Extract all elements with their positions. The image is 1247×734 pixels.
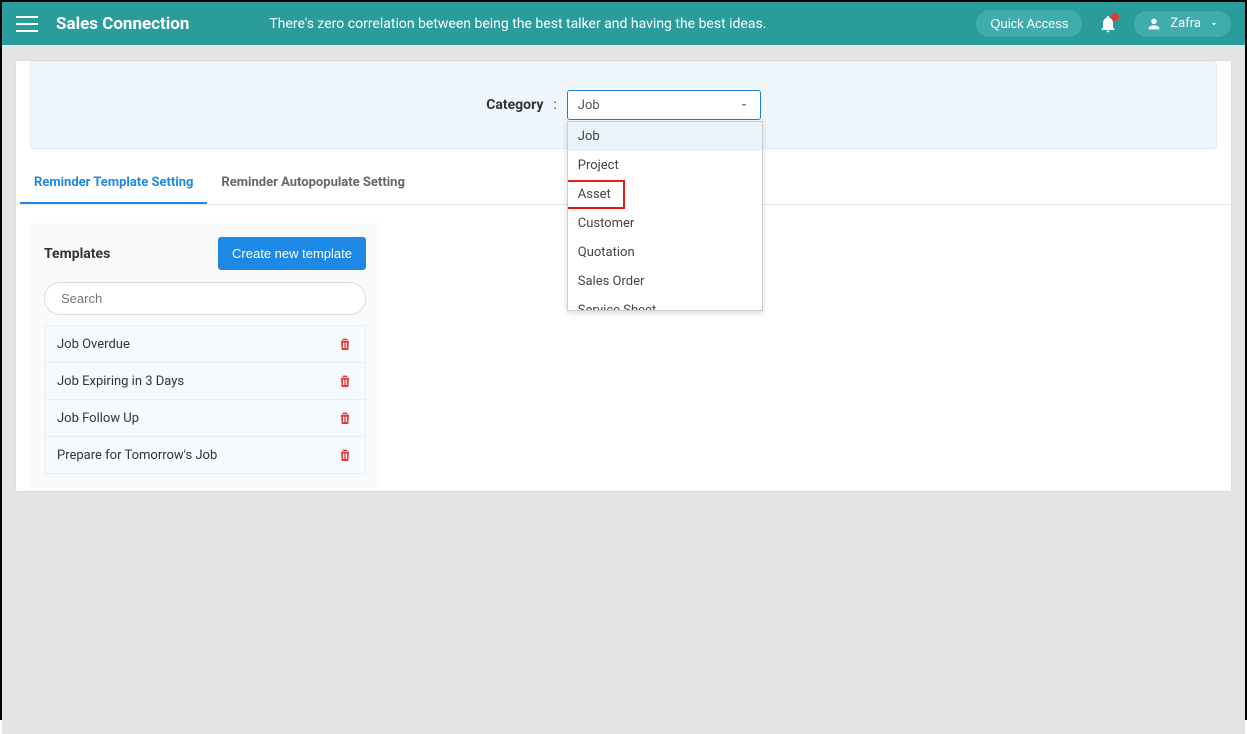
hamburger-menu-icon[interactable] (16, 13, 38, 35)
notification-dot-icon (1111, 13, 1119, 21)
category-selector-bar: Category : Job JobProjectAsset3CustomerQ… (30, 61, 1217, 149)
category-option-sales-order[interactable]: Sales Order (568, 267, 762, 296)
tab-reminder-autopopulate-setting[interactable]: Reminder Autopopulate Setting (207, 163, 418, 204)
template-row[interactable]: Job Expiring in 3 Days (45, 363, 365, 400)
template-row-label: Job Expiring in 3 Days (57, 374, 184, 389)
template-row[interactable]: Job Follow Up (45, 400, 365, 437)
topbar: Sales Connection There's zero correlatio… (2, 2, 1245, 45)
create-template-button[interactable]: Create new template (218, 237, 366, 270)
templates-list: Job Overdue Job Expiring in 3 Days Job Fol… (44, 325, 366, 474)
templates-panel: Templates Create new template Job Overdu… (30, 223, 380, 488)
notifications-bell-icon[interactable] (1098, 14, 1118, 34)
trash-icon[interactable] (337, 410, 353, 426)
templates-header: Templates Create new template (44, 237, 366, 270)
category-option-project[interactable]: Project (568, 151, 762, 180)
category-colon: : (553, 97, 556, 113)
brand-title: Sales Connection (56, 14, 189, 34)
page-body: Category : Job JobProjectAsset3CustomerQ… (2, 61, 1245, 734)
chevron-down-icon (1209, 19, 1219, 29)
user-name: Zafra (1170, 16, 1201, 31)
category-label: Category (486, 97, 543, 113)
template-search-input[interactable] (44, 282, 366, 315)
user-avatar-icon (1146, 16, 1162, 32)
app-frame: Sales Connection There's zero correlatio… (0, 0, 1247, 720)
template-row-label: Job Follow Up (57, 411, 139, 426)
category-select-wrap: Job JobProjectAsset3CustomerQuotationSal… (567, 90, 761, 120)
category-option-quotation[interactable]: Quotation (568, 238, 762, 267)
tab-reminder-template-setting[interactable]: Reminder Template Setting (20, 163, 207, 204)
template-row[interactable]: Job Overdue (45, 326, 365, 363)
chevron-down-icon (738, 99, 750, 111)
trash-icon[interactable] (337, 373, 353, 389)
user-menu[interactable]: Zafra (1134, 11, 1231, 37)
category-dropdown: JobProjectAsset3CustomerQuotationSales O… (567, 121, 763, 311)
template-row[interactable]: Prepare for Tomorrow's Job (45, 437, 365, 474)
trash-icon[interactable] (337, 336, 353, 352)
templates-title: Templates (44, 246, 110, 262)
main-card: Category : Job JobProjectAsset3CustomerQ… (16, 61, 1231, 491)
category-dropdown-list[interactable]: JobProjectAsset3CustomerQuotationSales O… (568, 122, 762, 311)
template-row-label: Prepare for Tomorrow's Job (57, 448, 217, 463)
category-option-service-sheet[interactable]: Service Sheet (568, 296, 762, 311)
trash-icon[interactable] (337, 447, 353, 463)
category-selected-value: Job (578, 98, 600, 113)
template-row-label: Job Overdue (57, 337, 130, 352)
header-tagline: There's zero correlation between being t… (269, 16, 976, 32)
annotation-highlight-border (568, 180, 625, 209)
category-option-customer[interactable]: Customer (568, 209, 762, 238)
category-option-asset[interactable]: Asset3 (568, 180, 762, 209)
quick-access-button[interactable]: Quick Access (976, 10, 1082, 37)
category-option-job[interactable]: Job (568, 122, 762, 151)
category-select[interactable]: Job (567, 90, 761, 120)
